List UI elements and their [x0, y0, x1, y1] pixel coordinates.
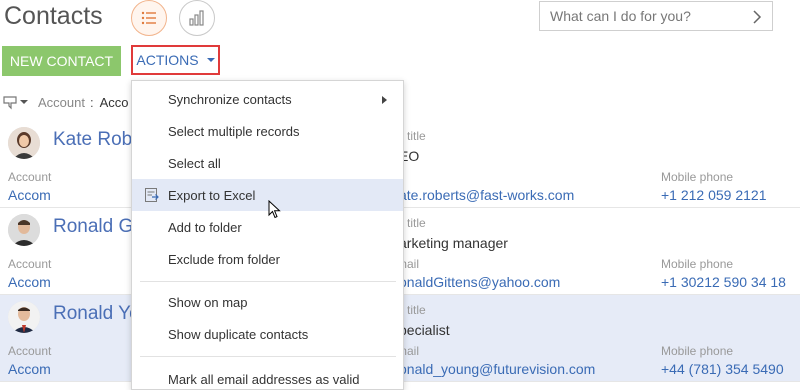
bar-chart-icon — [189, 10, 204, 26]
menu-item-label: Mark all email addresses as valid — [168, 371, 360, 387]
mobile-value[interactable]: +1 212 059 2121 — [661, 187, 767, 203]
email-value[interactable]: ate.roberts@fast-works.com — [399, 187, 574, 203]
menu-item-label: Show on map — [168, 294, 248, 310]
menu-item-mark-emails-valid[interactable]: Mark all email addresses as valid — [132, 363, 403, 390]
email-value[interactable]: onaldGittens@yahoo.com — [399, 274, 560, 290]
mobile-label: Mobile phone — [661, 170, 734, 184]
account-label: Account — [8, 257, 52, 271]
job-title-value: arketing manager — [399, 235, 508, 251]
menu-divider — [140, 281, 396, 282]
menu-item-label: Synchronize contacts — [168, 91, 292, 107]
account-value[interactable]: Accom — [8, 361, 51, 377]
filter-row: Account : Acco — [2, 92, 129, 112]
mobile-value[interactable]: +1 30212 590 34 18 — [661, 274, 786, 290]
menu-item-show-on-map[interactable]: Show on map — [132, 286, 403, 318]
command-search-input[interactable] — [550, 8, 740, 24]
menu-divider — [140, 356, 396, 357]
mobile-label: Mobile phone — [661, 344, 734, 358]
account-value[interactable]: Accom — [8, 274, 51, 290]
list-icon — [141, 11, 156, 25]
avatar — [8, 301, 40, 333]
contact-name[interactable]: Ronald G — [53, 216, 133, 238]
avatar — [8, 127, 40, 159]
menu-item-label: Select all — [168, 155, 221, 171]
list-view-button[interactable] — [131, 0, 167, 36]
mobile-label: Mobile phone — [661, 257, 734, 271]
menu-item-show-duplicate-contacts[interactable]: Show duplicate contacts — [132, 318, 403, 350]
menu-item-label: Select multiple records — [168, 123, 300, 139]
menu-item-select-multiple-records[interactable]: Select multiple records — [132, 115, 403, 147]
chevron-right-icon[interactable] — [752, 9, 762, 25]
analytics-view-button[interactable] — [179, 0, 215, 36]
page-title: Contacts — [4, 2, 103, 30]
account-label: Account — [8, 344, 52, 358]
filter-caret-icon[interactable] — [20, 100, 28, 104]
mobile-value[interactable]: +44 (781) 354 5490 — [661, 361, 784, 377]
new-contact-button[interactable]: NEW CONTACT — [2, 46, 121, 76]
menu-item-exclude-from-folder[interactable]: Exclude from folder — [132, 243, 403, 275]
email-value[interactable]: onald_young@futurevision.com — [399, 361, 595, 377]
actions-menu: Synchronize contacts Select multiple rec… — [131, 80, 404, 390]
job-title-value: pecialist — [399, 322, 450, 338]
submenu-arrow-icon — [382, 96, 387, 104]
actions-button[interactable]: ACTIONS — [131, 45, 220, 75]
menu-item-label: Show duplicate contacts — [168, 326, 309, 342]
menu-item-select-all[interactable]: Select all — [132, 147, 403, 179]
filter-value[interactable]: Acco — [100, 95, 129, 110]
menu-item-label: Export to Excel — [168, 187, 256, 203]
menu-item-label: Add to folder — [168, 219, 242, 235]
filter-label: Account — [38, 94, 85, 110]
filter-icon[interactable] — [2, 94, 18, 110]
account-label: Account — [8, 170, 52, 184]
export-excel-icon — [145, 188, 159, 202]
filter-separator: : — [89, 94, 94, 110]
avatar — [8, 214, 40, 246]
mouse-cursor-icon — [268, 200, 281, 219]
menu-item-synchronize-contacts[interactable]: Synchronize contacts — [132, 83, 403, 115]
command-search-box[interactable] — [539, 1, 773, 31]
account-value[interactable]: Accom — [8, 187, 51, 203]
actions-label: ACTIONS — [136, 52, 199, 68]
contact-name[interactable]: Kate Robe — [53, 129, 143, 151]
menu-item-label: Exclude from folder — [168, 251, 280, 267]
contact-name[interactable]: Ronald Yo — [53, 303, 140, 325]
caret-down-icon — [206, 58, 215, 62]
